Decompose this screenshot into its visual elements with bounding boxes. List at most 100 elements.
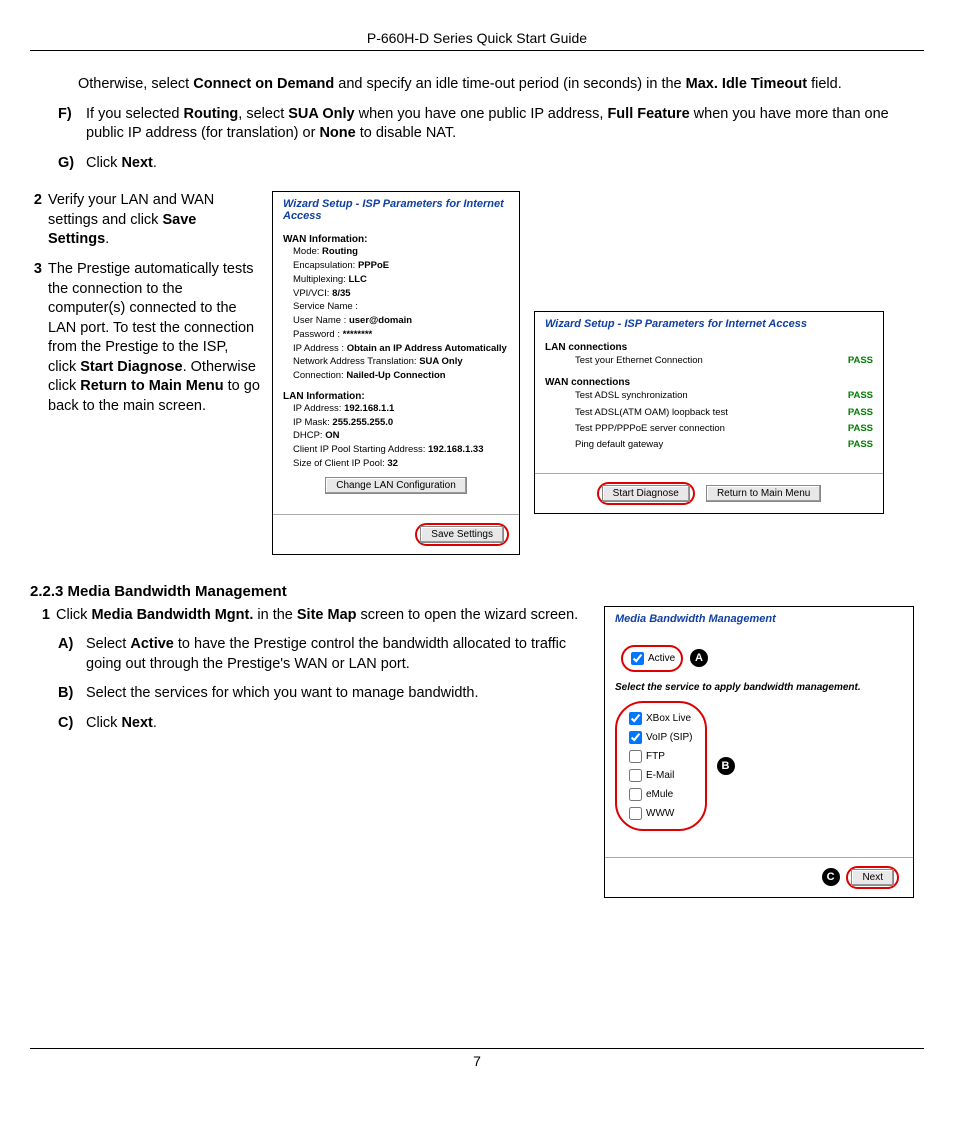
media-step-b: B) Select the services for which you wan… [58, 684, 584, 704]
checkbox[interactable] [629, 750, 642, 763]
save-settings-button[interactable]: Save Settings [420, 526, 504, 543]
test-row: Ping default gateway PASS [545, 437, 873, 453]
media-bandwidth-panel: Media Bandwidth Management Active A Sele… [604, 606, 914, 898]
highlight-circle: Save Settings [415, 523, 509, 546]
panel-title: Wizard Setup - ISP Parameters for Intern… [535, 312, 883, 338]
service-voip[interactable]: VoIP (SIP) [625, 732, 693, 743]
callout-b: B [717, 757, 735, 775]
label: Client IP Pool Starting Address: [293, 444, 428, 455]
highlight-circle: Active [621, 645, 683, 672]
label: IP Address : [293, 343, 347, 354]
checkbox[interactable] [629, 731, 642, 744]
highlight-circle: Start Diagnose [597, 482, 695, 505]
test-result: PASS [833, 437, 873, 453]
value: PPPoE [358, 260, 389, 271]
highlight-circle: XBox Live VoIP (SIP) FTP E-Mail eMule WW… [615, 701, 707, 831]
media-step-a: A) Select Active to have the Prestige co… [58, 635, 584, 674]
text: , select [238, 106, 288, 122]
service-ftp[interactable]: FTP [625, 751, 665, 762]
checkbox[interactable] [629, 769, 642, 782]
label: Multiplexing: [293, 274, 348, 285]
step-a-label: A) [58, 635, 80, 674]
service-emule[interactable]: eMule [625, 789, 673, 800]
checkbox[interactable] [629, 712, 642, 725]
test-label: Test your Ethernet Connection [575, 353, 833, 369]
label: Password : [293, 329, 343, 340]
value: Nailed-Up Connection [346, 370, 445, 381]
service-email[interactable]: E-Mail [625, 770, 674, 781]
value: 192.168.1.1 [344, 403, 394, 414]
running-header: P-660H-D Series Quick Start Guide [30, 30, 924, 51]
test-label: Ping default gateway [575, 437, 833, 453]
test-result: PASS [833, 388, 873, 404]
label: Service Name : [293, 301, 358, 312]
active-checkbox-row[interactable]: Active [627, 653, 675, 664]
text: . [105, 231, 109, 247]
next-label: Next [121, 715, 152, 731]
test-row: Test your Ethernet Connection PASS [545, 353, 873, 369]
text: . [153, 715, 157, 731]
label: Encapsulation: [293, 260, 358, 271]
return-main-menu-button[interactable]: Return to Main Menu [706, 485, 821, 502]
value: 8/35 [332, 288, 351, 299]
step-2: 2 Verify your LAN and WAN settings and c… [30, 191, 260, 250]
text: to disable NAT. [356, 125, 456, 141]
start-diagnose-button[interactable]: Start Diagnose [602, 485, 690, 502]
text: Select the services for which you want t… [86, 685, 479, 701]
checkbox-label: FTP [646, 751, 665, 762]
text: when you have one public IP address, [355, 106, 608, 122]
label: IP Mask: [293, 417, 332, 428]
media-step-c: C) Click Next. [58, 714, 584, 734]
test-row: Test ADSL(ATM OAM) loopback test PASS [545, 405, 873, 421]
text: Click [86, 155, 121, 171]
wan-info-heading: WAN Information: [283, 234, 509, 245]
step-g: G) Click Next. [58, 154, 924, 174]
media-bandwidth-mgnt-label: Media Bandwidth Mgnt. [91, 607, 253, 623]
step-f-label: F) [58, 105, 80, 144]
step-g-label: G) [58, 154, 80, 174]
lan-info-heading: LAN Information: [283, 391, 509, 402]
value: 255.255.255.0 [332, 417, 393, 428]
checkbox-label: E-Mail [646, 770, 674, 781]
checkbox-label: VoIP (SIP) [646, 732, 693, 743]
checkbox-label: XBox Live [646, 713, 691, 724]
test-result: PASS [833, 405, 873, 421]
panel-title: Wizard Setup - ISP Parameters for Intern… [273, 192, 519, 230]
active-checkbox-label: Active [648, 653, 675, 664]
label: Size of Client IP Pool: [293, 458, 387, 469]
service-xbox[interactable]: XBox Live [625, 713, 691, 724]
panel-title: Media Bandwidth Management [605, 607, 913, 633]
step-3: 3 The Prestige automatically tests the c… [30, 260, 260, 417]
return-main-menu-label: Return to Main Menu [80, 378, 223, 394]
checkbox[interactable] [629, 807, 642, 820]
value: 192.168.1.33 [428, 444, 483, 455]
max-idle-timeout-label: Max. Idle Timeout [686, 76, 807, 92]
service-www[interactable]: WWW [625, 808, 674, 819]
active-label: Active [130, 636, 174, 652]
callout-c: C [822, 868, 840, 886]
none-label: None [319, 125, 355, 141]
step-b-label: B) [58, 684, 80, 704]
connect-on-demand-label: Connect on Demand [193, 76, 334, 92]
text: Select [86, 636, 130, 652]
start-diagnose-label: Start Diagnose [80, 359, 182, 375]
text: and specify an idle time-out period (in … [334, 76, 685, 92]
active-checkbox[interactable] [631, 652, 644, 665]
next-button[interactable]: Next [851, 869, 894, 886]
label: Mode: [293, 246, 322, 257]
test-row: Test PPP/PPPoE server connection PASS [545, 421, 873, 437]
label: VPI/VCI: [293, 288, 332, 299]
text: Otherwise, select [78, 76, 193, 92]
full-feature-label: Full Feature [607, 106, 689, 122]
text: The Prestige automatically tests the con… [48, 261, 254, 375]
value: Obtain an IP Address Automatically [347, 343, 507, 354]
text: in the [253, 607, 297, 623]
test-label: Test ADSL(ATM OAM) loopback test [575, 405, 833, 421]
section-heading-media: 2.2.3 Media Bandwidth Management [30, 583, 924, 600]
next-label: Next [121, 155, 152, 171]
checkbox[interactable] [629, 788, 642, 801]
change-lan-button[interactable]: Change LAN Configuration [325, 477, 467, 494]
text: If you selected [86, 106, 184, 122]
label: User Name : [293, 315, 349, 326]
otherwise-paragraph: Otherwise, select Connect on Demand and … [78, 75, 924, 95]
